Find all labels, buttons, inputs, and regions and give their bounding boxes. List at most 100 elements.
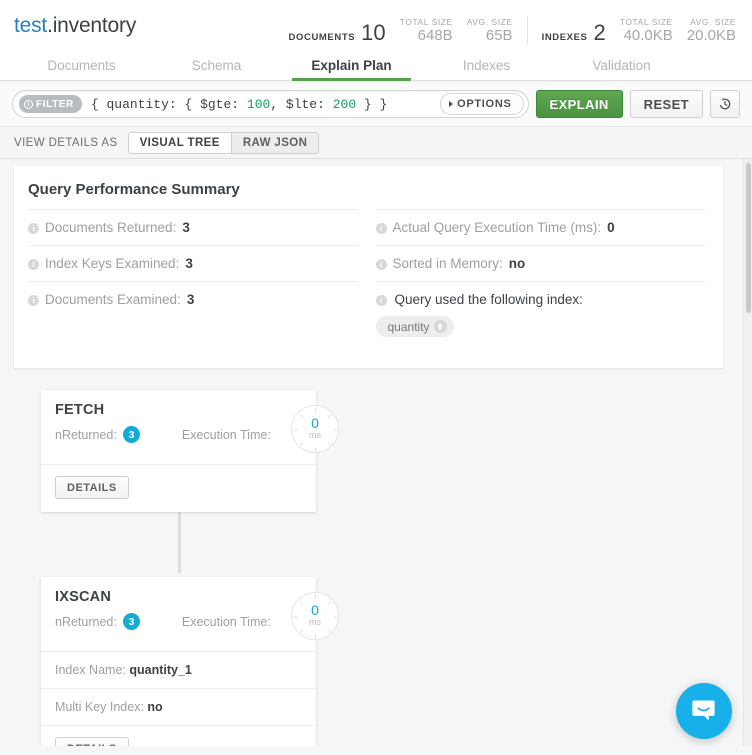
tab-explain-plan[interactable]: Explain Plan — [284, 52, 419, 80]
indexes-label: INDEXES — [542, 32, 588, 43]
info-icon — [24, 100, 33, 109]
chat-bubble-smile-icon — [689, 696, 719, 726]
execution-time-value: 0 — [311, 417, 319, 430]
reset-button[interactable]: RESET — [630, 90, 703, 118]
nreturned-badge: 3 — [123, 426, 140, 443]
metric-label: Sorted in Memory: — [393, 256, 503, 271]
stage-fetch-footer: DETAILS — [41, 464, 316, 512]
view-details-row: VIEW DETAILS AS VISUAL TREE RAW JSON — [0, 127, 752, 159]
view-details-label: VIEW DETAILS AS — [14, 137, 118, 149]
namespace-title: test.inventory — [14, 14, 136, 38]
summary-columns: i Documents Returned: 3 i Index Keys Exa… — [28, 209, 705, 350]
tab-schema[interactable]: Schema — [149, 52, 284, 80]
query-value-lte: 200 — [333, 97, 356, 112]
tab-indexes[interactable]: Indexes — [419, 52, 554, 80]
summary-right-column: i Actual Query Execution Time (ms): 0 i … — [376, 209, 706, 350]
vertical-scrollbar[interactable] — [743, 159, 752, 746]
execution-time-gauge: 0 ms — [291, 592, 339, 640]
query-history-button[interactable] — [710, 90, 740, 118]
stage-name: FETCH — [55, 402, 302, 418]
indexes-total-size: TOTAL SIZE 40.0KB — [620, 16, 673, 44]
documents-count: DOCUMENTS 10 — [289, 22, 386, 44]
info-icon[interactable]: i — [376, 259, 387, 270]
stage-card-ixscan: IXSCAN nReturned: 3 Execution Time: — [41, 577, 316, 746]
ascending-arrow-icon — [434, 320, 447, 333]
execution-time-label: Execution Time: — [182, 615, 271, 629]
metric-index-keys-examined: i Index Keys Examined: 3 — [28, 245, 358, 281]
index-badge-label: quantity — [388, 320, 430, 334]
info-icon[interactable]: i — [376, 223, 387, 234]
documents-label: DOCUMENTS — [289, 32, 356, 43]
metric-execution-time: i Actual Query Execution Time (ms): 0 — [376, 209, 706, 245]
nreturned-group: nReturned: 3 — [55, 613, 140, 630]
explain-plan-content: Query Performance Summary i Documents Re… — [0, 159, 752, 746]
documents-total-size: TOTAL SIZE 648B — [400, 16, 453, 44]
stage-row-multi-key-index: Multi Key Index: no — [41, 688, 316, 725]
stage-ixscan-footer: DETAILS — [41, 725, 316, 746]
intercom-chat-launcher[interactable] — [676, 683, 732, 739]
info-icon[interactable]: i — [376, 295, 387, 306]
chevron-right-icon — [449, 101, 453, 107]
metric-value: 3 — [182, 220, 190, 235]
stage-metrics: nReturned: 3 Execution Time: — [55, 613, 302, 630]
row-value: no — [147, 700, 162, 714]
documents-avg-size: AVG. SIZE 65B — [467, 16, 513, 44]
collection-header: test.inventory DOCUMENTS 10 TOTAL SIZE 6… — [0, 0, 752, 52]
options-toggle[interactable]: OPTIONS — [440, 93, 523, 115]
details-button[interactable]: DETAILS — [55, 476, 129, 499]
tab-validation[interactable]: Validation — [554, 52, 689, 80]
info-icon[interactable]: i — [28, 295, 39, 306]
metric-value: 0 — [607, 220, 615, 235]
view-mode-toggle: VISUAL TREE RAW JSON — [128, 132, 320, 154]
stage-metrics: nReturned: 3 Execution Time: — [55, 426, 302, 443]
stage-row-index-name: Index Name: quantity_1 — [41, 651, 316, 688]
query-suffix: } } — [356, 97, 387, 112]
nreturned-label: nReturned: — [55, 615, 117, 629]
stage-connector-line — [178, 508, 181, 573]
filter-query-text: { quantity: { $gte: 100, $lte: 200 } } — [91, 97, 387, 112]
metric-label: Index Keys Examined: — [45, 256, 179, 271]
execution-time-unit: ms — [309, 430, 321, 441]
info-icon[interactable]: i — [28, 223, 39, 234]
query-value-gte: 100 — [247, 97, 270, 112]
index-used-label: Query used the following index: — [395, 292, 583, 307]
nreturned-badge: 3 — [123, 613, 140, 630]
filter-input[interactable]: FILTER { quantity: { $gte: 100, $lte: 20… — [12, 90, 529, 118]
collection-stats: DOCUMENTS 10 TOTAL SIZE 648B AVG. SIZE 6… — [275, 0, 736, 52]
nreturned-group: nReturned: 3 — [55, 426, 140, 443]
explain-button[interactable]: EXPLAIN — [536, 90, 623, 118]
view-mode-raw-json[interactable]: RAW JSON — [232, 132, 320, 154]
indexes-count: INDEXES 2 — [542, 22, 606, 44]
explain-stage-tree: FETCH nReturned: 3 Execution Time: — [41, 390, 316, 746]
metric-label: Documents Examined: — [45, 292, 181, 307]
indexes-avg-size: AVG. SIZE 20.0KB — [687, 16, 736, 44]
info-icon[interactable]: i — [28, 259, 39, 270]
tab-documents[interactable]: Documents — [14, 52, 149, 80]
metric-value: 3 — [187, 292, 195, 307]
scrollbar-thumb[interactable] — [746, 163, 751, 313]
filter-pill-label: FILTER — [36, 99, 74, 110]
stage-ixscan-header: IXSCAN nReturned: 3 Execution Time: — [41, 577, 316, 651]
view-mode-visual-tree[interactable]: VISUAL TREE — [128, 132, 232, 154]
metric-index-used: i Query used the following index: quanti… — [376, 281, 706, 350]
stage-name: IXSCAN — [55, 589, 302, 605]
index-used-header: i Query used the following index: — [376, 292, 704, 307]
options-label: OPTIONS — [457, 98, 511, 110]
details-button[interactable]: DETAILS — [55, 737, 129, 746]
history-icon — [718, 97, 732, 111]
summary-left-column: i Documents Returned: 3 i Index Keys Exa… — [28, 209, 358, 350]
metric-value: no — [509, 256, 526, 271]
metric-value: 3 — [185, 256, 193, 271]
stage-fetch-header: FETCH nReturned: 3 Execution Time: — [41, 390, 316, 464]
indexes-value: 2 — [593, 22, 605, 44]
stage-card-fetch: FETCH nReturned: 3 Execution Time: — [41, 390, 316, 512]
index-badge-quantity[interactable]: quantity — [376, 316, 454, 337]
execution-time-value: 0 — [311, 604, 319, 617]
metric-sorted-in-memory: i Sorted in Memory: no — [376, 245, 706, 281]
collection-name: inventory — [53, 14, 136, 37]
execution-time-unit: ms — [309, 617, 321, 628]
documents-value: 10 — [361, 22, 385, 44]
metric-documents-returned: i Documents Returned: 3 — [28, 209, 358, 245]
query-bar: FILTER { quantity: { $gte: 100, $lte: 20… — [0, 81, 752, 127]
indexes-stat-group: INDEXES 2 TOTAL SIZE 40.0KB AVG. SIZE 20… — [527, 16, 736, 44]
